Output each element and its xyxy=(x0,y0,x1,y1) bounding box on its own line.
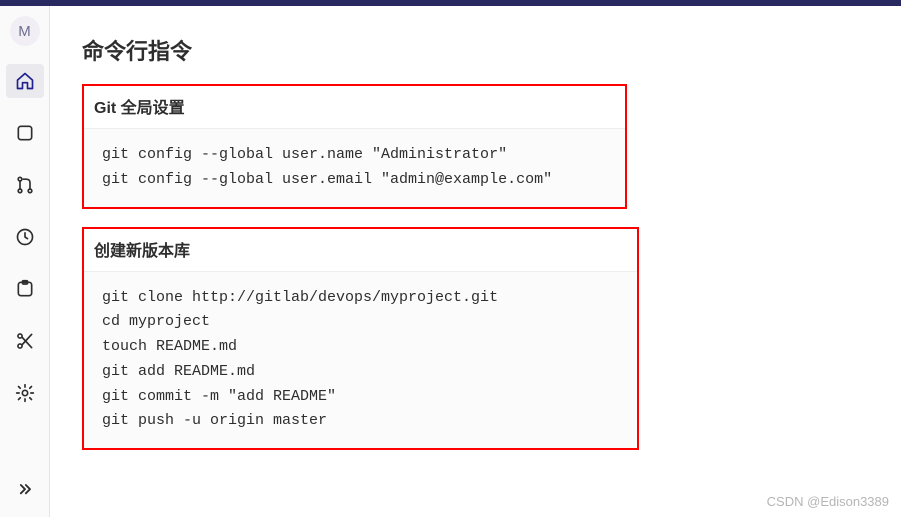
section-title: Git 全局设置 xyxy=(84,86,625,129)
code-block: git config --global user.name "Administr… xyxy=(84,129,625,207)
merge-request-icon[interactable] xyxy=(6,168,44,202)
content-area: 命令行指令 Git 全局设置 git config --global user.… xyxy=(50,6,901,517)
code-block: git clone http://gitlab/devops/myproject… xyxy=(84,272,637,449)
section-create-repo: 创建新版本库 git clone http://gitlab/devops/my… xyxy=(82,227,639,451)
clock-icon[interactable] xyxy=(6,220,44,254)
main-layout: M 命令行指令 Git 全局设置 git c xyxy=(0,6,901,517)
home-icon[interactable] xyxy=(6,64,44,98)
avatar[interactable]: M xyxy=(10,16,40,46)
sidebar: M xyxy=(0,6,50,517)
expand-icon[interactable] xyxy=(6,473,44,507)
page-title: 命令行指令 xyxy=(82,34,901,66)
section-git-global-settings: Git 全局设置 git config --global user.name "… xyxy=(82,84,627,209)
clipboard-icon[interactable] xyxy=(6,272,44,306)
section-title: 创建新版本库 xyxy=(84,229,637,272)
scissors-icon[interactable] xyxy=(6,324,44,358)
gear-icon[interactable] xyxy=(6,376,44,410)
project-icon[interactable] xyxy=(6,116,44,150)
avatar-letter: M xyxy=(18,23,31,40)
